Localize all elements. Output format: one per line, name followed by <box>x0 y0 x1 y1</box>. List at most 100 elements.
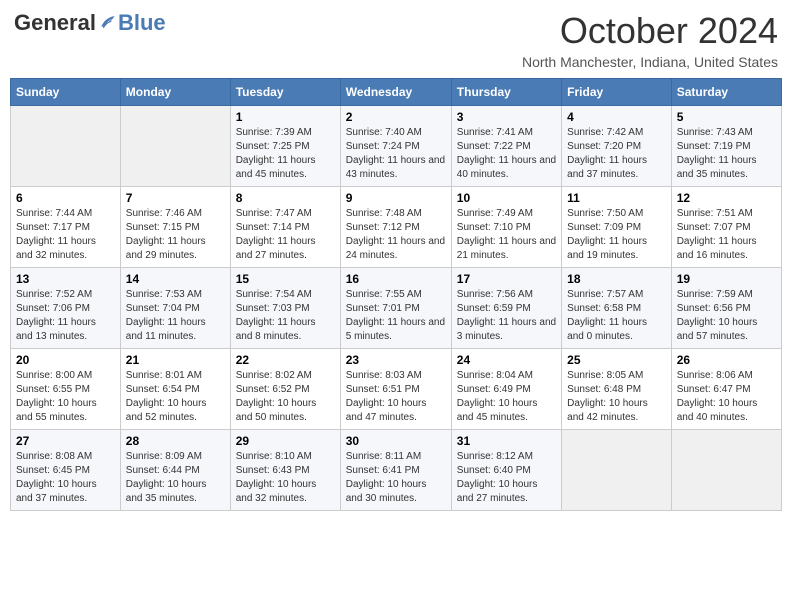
day-number: 12 <box>677 191 776 205</box>
day-info: Sunrise: 7:52 AMSunset: 7:06 PMDaylight:… <box>16 288 115 344</box>
day-info: Sunrise: 7:41 AMSunset: 7:22 PMDaylight:… <box>457 126 556 182</box>
day-info: Sunrise: 8:02 AMSunset: 6:52 PMDaylight:… <box>236 369 335 425</box>
day-number: 5 <box>677 110 776 124</box>
calendar-cell: 7 Sunrise: 7:46 AMSunset: 7:15 PMDaylight… <box>120 187 230 268</box>
day-info: Sunrise: 7:39 AMSunset: 7:25 PMDaylight:… <box>236 126 335 182</box>
day-info: Sunrise: 7:40 AMSunset: 7:24 PMDaylight:… <box>346 126 446 182</box>
day-info: Sunrise: 7:53 AMSunset: 7:04 PMDaylight:… <box>126 288 225 344</box>
day-info: Sunrise: 7:56 AMSunset: 6:59 PMDaylight:… <box>457 288 556 344</box>
page-header: General Blue October 2024 North Manchest… <box>10 10 782 70</box>
day-info: Sunrise: 7:51 AMSunset: 7:07 PMDaylight:… <box>677 207 776 263</box>
day-number: 2 <box>346 110 446 124</box>
calendar-cell: 12 Sunrise: 7:51 AMSunset: 7:07 PMDayligh… <box>671 187 781 268</box>
calendar-cell: 6Sunrise: 7:44 AMSunset: 7:17 PMDaylight… <box>11 187 121 268</box>
day-info: Sunrise: 7:54 AMSunset: 7:03 PMDaylight:… <box>236 288 335 344</box>
day-number: 25 <box>567 353 666 367</box>
location: North Manchester, Indiana, United States <box>522 54 778 70</box>
day-info: Sunrise: 7:50 AMSunset: 7:09 PMDaylight:… <box>567 207 666 263</box>
title-block: October 2024 North Manchester, Indiana, … <box>522 10 778 70</box>
calendar-cell: 16 Sunrise: 7:55 AMSunset: 7:01 PMDayligh… <box>340 268 451 349</box>
calendar-table: SundayMondayTuesdayWednesdayThursdayFrid… <box>10 78 782 511</box>
day-info: Sunrise: 8:12 AMSunset: 6:40 PMDaylight:… <box>457 450 556 506</box>
day-info: Sunrise: 8:03 AMSunset: 6:51 PMDaylight:… <box>346 369 446 425</box>
calendar-cell: 28 Sunrise: 8:09 AMSunset: 6:44 PMDayligh… <box>120 430 230 511</box>
day-info: Sunrise: 7:46 AMSunset: 7:15 PMDaylight:… <box>126 207 225 263</box>
day-number: 17 <box>457 272 556 286</box>
day-info: Sunrise: 8:08 AMSunset: 6:45 PMDaylight:… <box>16 450 115 506</box>
day-info: Sunrise: 8:09 AMSunset: 6:44 PMDaylight:… <box>126 450 225 506</box>
day-info: Sunrise: 8:00 AMSunset: 6:55 PMDaylight:… <box>16 369 115 425</box>
day-number: 22 <box>236 353 335 367</box>
calendar-cell: 24Sunrise: 8:04 AMSunset: 6:49 PMDayligh… <box>451 349 561 430</box>
day-number: 16 <box>346 272 446 286</box>
day-number: 30 <box>346 434 446 448</box>
weekday-header: Saturday <box>671 79 781 106</box>
calendar-cell: 14Sunrise: 7:53 AMSunset: 7:04 PMDayligh… <box>120 268 230 349</box>
calendar-cell: 9Sunrise: 7:48 AMSunset: 7:12 PMDaylight… <box>340 187 451 268</box>
day-number: 27 <box>16 434 115 448</box>
day-info: Sunrise: 8:10 AMSunset: 6:43 PMDaylight:… <box>236 450 335 506</box>
calendar-cell: 23Sunrise: 8:03 AMSunset: 6:51 PMDayligh… <box>340 349 451 430</box>
calendar-cell: 26Sunrise: 8:06 AMSunset: 6:47 PMDayligh… <box>671 349 781 430</box>
day-info: Sunrise: 8:01 AMSunset: 6:54 PMDaylight:… <box>126 369 225 425</box>
day-info: Sunrise: 7:59 AMSunset: 6:56 PMDaylight:… <box>677 288 776 344</box>
day-number: 28 <box>126 434 225 448</box>
day-info: Sunrise: 7:42 AMSunset: 7:20 PMDaylight:… <box>567 126 666 182</box>
calendar-cell: 11Sunrise: 7:50 AMSunset: 7:09 PMDayligh… <box>562 187 672 268</box>
day-number: 3 <box>457 110 556 124</box>
day-info: Sunrise: 8:06 AMSunset: 6:47 PMDaylight:… <box>677 369 776 425</box>
calendar-cell <box>11 106 121 187</box>
day-info: Sunrise: 8:05 AMSunset: 6:48 PMDaylight:… <box>567 369 666 425</box>
calendar-cell: 1 Sunrise: 7:39 AMSunset: 7:25 PMDaylight… <box>230 106 340 187</box>
logo-general: General <box>14 10 96 36</box>
calendar-cell: 25 Sunrise: 8:05 AMSunset: 6:48 PMDayligh… <box>562 349 672 430</box>
weekday-header: Tuesday <box>230 79 340 106</box>
logo-blue: Blue <box>118 10 166 36</box>
calendar-week-row: 27 Sunrise: 8:08 AMSunset: 6:45 PMDayligh… <box>11 430 782 511</box>
weekday-header: Friday <box>562 79 672 106</box>
day-number: 20 <box>16 353 115 367</box>
calendar-cell: 29Sunrise: 8:10 AMSunset: 6:43 PMDayligh… <box>230 430 340 511</box>
day-number: 4 <box>567 110 666 124</box>
calendar-week-row: 20 Sunrise: 8:00 AMSunset: 6:55 PMDayligh… <box>11 349 782 430</box>
calendar-week-row: 1 Sunrise: 7:39 AMSunset: 7:25 PMDaylight… <box>11 106 782 187</box>
calendar-cell: 19Sunrise: 7:59 AMSunset: 6:56 PMDayligh… <box>671 268 781 349</box>
day-number: 31 <box>457 434 556 448</box>
weekday-header: Wednesday <box>340 79 451 106</box>
calendar-week-row: 6Sunrise: 7:44 AMSunset: 7:17 PMDaylight… <box>11 187 782 268</box>
calendar-cell: 3 Sunrise: 7:41 AMSunset: 7:22 PMDaylight… <box>451 106 561 187</box>
logo-bird-icon <box>98 13 118 33</box>
calendar-cell: 8Sunrise: 7:47 AMSunset: 7:14 PMDaylight… <box>230 187 340 268</box>
day-info: Sunrise: 7:43 AMSunset: 7:19 PMDaylight:… <box>677 126 776 182</box>
day-number: 10 <box>457 191 556 205</box>
day-info: Sunrise: 7:47 AMSunset: 7:14 PMDaylight:… <box>236 207 335 263</box>
weekday-header: Monday <box>120 79 230 106</box>
weekday-header: Sunday <box>11 79 121 106</box>
day-number: 13 <box>16 272 115 286</box>
day-number: 7 <box>126 191 225 205</box>
day-info: Sunrise: 8:11 AMSunset: 6:41 PMDaylight:… <box>346 450 446 506</box>
day-number: 24 <box>457 353 556 367</box>
day-number: 1 <box>236 110 335 124</box>
calendar-cell: 13 Sunrise: 7:52 AMSunset: 7:06 PMDayligh… <box>11 268 121 349</box>
calendar-cell: 21Sunrise: 8:01 AMSunset: 6:54 PMDayligh… <box>120 349 230 430</box>
day-info: Sunrise: 7:49 AMSunset: 7:10 PMDaylight:… <box>457 207 556 263</box>
logo: General Blue <box>14 10 166 36</box>
calendar-week-row: 13 Sunrise: 7:52 AMSunset: 7:06 PMDayligh… <box>11 268 782 349</box>
calendar-cell <box>562 430 672 511</box>
calendar-header-row: SundayMondayTuesdayWednesdayThursdayFrid… <box>11 79 782 106</box>
day-number: 15 <box>236 272 335 286</box>
calendar-cell: 27 Sunrise: 8:08 AMSunset: 6:45 PMDayligh… <box>11 430 121 511</box>
day-number: 18 <box>567 272 666 286</box>
day-info: Sunrise: 7:57 AMSunset: 6:58 PMDaylight:… <box>567 288 666 344</box>
day-info: Sunrise: 7:55 AMSunset: 7:01 PMDaylight:… <box>346 288 446 344</box>
calendar-cell: 31 Sunrise: 8:12 AMSunset: 6:40 PMDayligh… <box>451 430 561 511</box>
weekday-header: Thursday <box>451 79 561 106</box>
calendar-cell: 20 Sunrise: 8:00 AMSunset: 6:55 PMDayligh… <box>11 349 121 430</box>
calendar-cell: 15 Sunrise: 7:54 AMSunset: 7:03 PMDayligh… <box>230 268 340 349</box>
day-info: Sunrise: 7:48 AMSunset: 7:12 PMDaylight:… <box>346 207 446 263</box>
day-info: Sunrise: 7:44 AMSunset: 7:17 PMDaylight:… <box>16 207 115 263</box>
calendar-cell: 2 Sunrise: 7:40 AMSunset: 7:24 PMDaylight… <box>340 106 451 187</box>
calendar-cell: 17 Sunrise: 7:56 AMSunset: 6:59 PMDayligh… <box>451 268 561 349</box>
calendar-cell: 4 Sunrise: 7:42 AMSunset: 7:20 PMDaylight… <box>562 106 672 187</box>
